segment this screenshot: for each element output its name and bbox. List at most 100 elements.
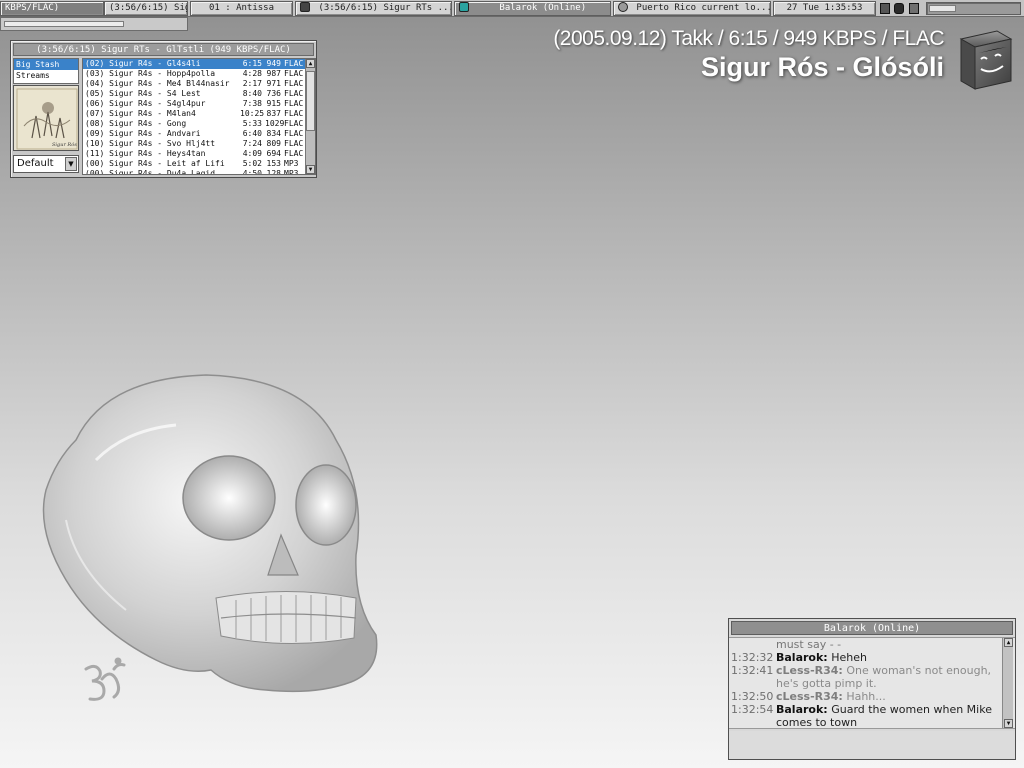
track-bitrate: 837 [266, 109, 281, 118]
track-list: (02) Sigur R4s - Gl4s4li 6:15 949 FLAC (03) … [82, 58, 316, 175]
globe-icon [618, 2, 628, 12]
track-format: FLAC [284, 89, 304, 98]
chevron-down-icon[interactable]: ▼ [65, 157, 77, 171]
track-row[interactable]: (05) Sigur R4s - S4 Lest 8:40 736 FLAC [83, 89, 315, 99]
player-time-text: (3:56/6:15) Sig [109, 3, 188, 13]
workspace-label: 01 : Antissa [208, 3, 275, 13]
track-row[interactable]: (09) Sigur R4s - Andvari 6:40 834 FLAC [83, 129, 315, 139]
track-row[interactable]: (08) Sigur R4s - Gong 5:33 1029 FLAC [83, 119, 315, 129]
chat-nick: Balarok: [776, 703, 828, 716]
chat-text: Hahh... [846, 690, 886, 703]
album-art-image: Sigur Rós [14, 86, 78, 150]
preset-value: Default [17, 158, 54, 169]
track-row[interactable]: (11) Sigur R4s - Heys4tan 4:09 694 FLAC [83, 149, 315, 159]
chat-nick: Balarok: [776, 651, 828, 664]
scroll-down-icon[interactable]: ▼ [1004, 719, 1013, 728]
chat-message: 1:32:54 Balarok: Guard the women when Mik… [729, 703, 1015, 728]
player-status-text: KBPS/FLAC) [5, 3, 60, 13]
track-length: 8:40 [242, 89, 262, 98]
task-label: Balarok (Online) [499, 3, 587, 13]
track-row[interactable]: (02) Sigur R4s - Gl4s4li 6:15 949 FLAC [83, 59, 315, 69]
playlist-item-streams[interactable]: Streams [14, 70, 78, 81]
chat-window: Balarok (Online) must say - -1:32:32 Bala… [728, 618, 1016, 760]
now-playing-title: Sigur Rós - Glósóli [700, 52, 944, 82]
track-rows: (02) Sigur R4s - Gl4s4li 6:15 949 FLAC (03) … [83, 59, 315, 175]
cube-face-icon[interactable] [955, 29, 1013, 91]
chat-scrollbar[interactable]: ▲ ▼ [1002, 638, 1013, 728]
track-format: FLAC [284, 79, 304, 88]
track-format: FLAC [284, 139, 304, 148]
track-title: (06) Sigur R4s - S4gl4pur [85, 99, 206, 108]
track-row[interactable]: (07) Sigur R4s - M4lan4 10:25 837 FLAC [83, 109, 315, 119]
track-bitrate: 736 [266, 89, 281, 98]
workspace-switcher[interactable]: 01 : Antissa [190, 1, 293, 16]
track-row[interactable]: (10) Sigur R4s - Svo Hlj4tt 7:24 809 FLAC [83, 139, 315, 149]
track-format: FLAC [284, 59, 304, 68]
chat-icon [459, 2, 469, 12]
track-length: 4:28 [242, 69, 262, 78]
task-label: (3:56/6:15) Sigur RTs ... [318, 3, 452, 13]
track-title: (04) Sigur R4s - Me4 Bl44nasir [85, 79, 230, 88]
track-length: 4:50 [242, 169, 262, 175]
om-symbol-icon [84, 657, 126, 701]
track-bitrate: 153 [266, 159, 281, 168]
track-row[interactable]: (00) Sigur R4s - Du4a Lagid 4:50 128 MP3 [83, 169, 315, 175]
chat-timestamp: 1:32:54 [731, 703, 774, 716]
track-format: FLAC [284, 119, 304, 128]
now-playing-details: (2005.09.12) Takk / 6:15 / 949 KBPS / FL… [553, 27, 944, 50]
track-format: FLAC [284, 149, 304, 158]
network-icon[interactable] [880, 3, 890, 14]
playlist-item-big-stash[interactable]: Big Stash [14, 59, 78, 70]
track-title: (07) Sigur R4s - M4lan4 [85, 109, 196, 118]
track-bitrate: 128 [266, 169, 281, 175]
scroll-up-icon[interactable]: ▲ [306, 59, 315, 68]
track-title: (05) Sigur R4s - S4 Lest [85, 89, 201, 98]
task-button-browser[interactable]: Puerto Rico current lo... [613, 1, 771, 16]
chat-text: Heheh [831, 651, 867, 664]
track-format: FLAC [284, 99, 304, 108]
track-length: 5:02 [242, 159, 262, 168]
tray-menu-icon[interactable] [909, 3, 919, 14]
track-row[interactable]: (06) Sigur R4s - S4gl4pur 7:38 915 FLAC [83, 99, 315, 109]
player-time-cell[interactable]: (3:56/6:15) Sig [104, 1, 188, 16]
track-title: (11) Sigur R4s - Heys4tan [85, 149, 206, 158]
track-title: (09) Sigur R4s - Andvari [85, 129, 201, 138]
track-title: (00) Sigur R4s - Du4a Lagid [85, 169, 216, 175]
chat-title[interactable]: Balarok (Online) [731, 621, 1013, 635]
chat-nick: cLess-R34: [776, 690, 843, 703]
track-length: 2:17 [242, 79, 262, 88]
track-bitrate: 809 [266, 139, 281, 148]
track-bitrate: 971 [266, 79, 281, 88]
chat-message: 1:32:50 cLess-R34: Hahh... [729, 690, 1015, 703]
track-row[interactable]: (03) Sigur R4s - Hopp4polla 4:28 987 FLAC [83, 69, 315, 79]
audio-icon[interactable] [894, 3, 904, 14]
clock[interactable]: 27 Tue 1:35:53 [773, 1, 876, 16]
chat-text: must say - - [776, 638, 842, 651]
preset-dropdown[interactable]: Default ▼ [13, 155, 79, 173]
track-row[interactable]: (00) Sigur R4s - Leit af Lifi 5:02 153 MP3 [83, 159, 315, 169]
scroll-thumb[interactable] [306, 71, 315, 131]
task-button-audio-player[interactable]: (3:56/6:15) Sigur RTs ... [295, 1, 452, 16]
playlist-window: (3:56/6:15) Sigur RTs - GlTstli (949 KBP… [10, 40, 317, 178]
chat-input[interactable] [729, 731, 1015, 759]
scroll-down-icon[interactable]: ▼ [306, 165, 315, 174]
crystal-skull-wallpaper [42, 374, 378, 693]
track-row[interactable]: (04) Sigur R4s - Me4 Bl44nasir 2:17 971 FLA… [83, 79, 315, 89]
playlist-title[interactable]: (3:56/6:15) Sigur RTs - GlTstli (949 KBP… [13, 43, 314, 56]
track-list-scrollbar[interactable]: ▲ ▼ [305, 59, 315, 174]
track-title: (08) Sigur R4s - Gong [85, 119, 187, 128]
track-title: (02) Sigur R4s - Gl4s4li [85, 59, 201, 68]
scroll-up-icon[interactable]: ▲ [1004, 638, 1013, 647]
chat-log: must say - -1:32:32 Balarok: Heheh 1:32:41… [729, 637, 1015, 729]
track-title: (03) Sigur R4s - Hopp4polla [85, 69, 216, 78]
track-length: 7:24 [242, 139, 262, 148]
mini-player-seekbar[interactable] [0, 17, 188, 31]
task-button-chat[interactable]: Balarok (Online) [454, 1, 611, 16]
player-status-cell[interactable]: KBPS/FLAC) [0, 1, 104, 16]
system-progress-bar [926, 2, 1021, 15]
svg-text:Sigur Rós: Sigur Rós [52, 141, 77, 148]
track-length: 4:09 [242, 149, 262, 158]
system-progress-fill [929, 5, 956, 12]
mini-player-seek-fill [4, 21, 124, 27]
playlist-selector: Big Stash Streams [13, 58, 79, 84]
